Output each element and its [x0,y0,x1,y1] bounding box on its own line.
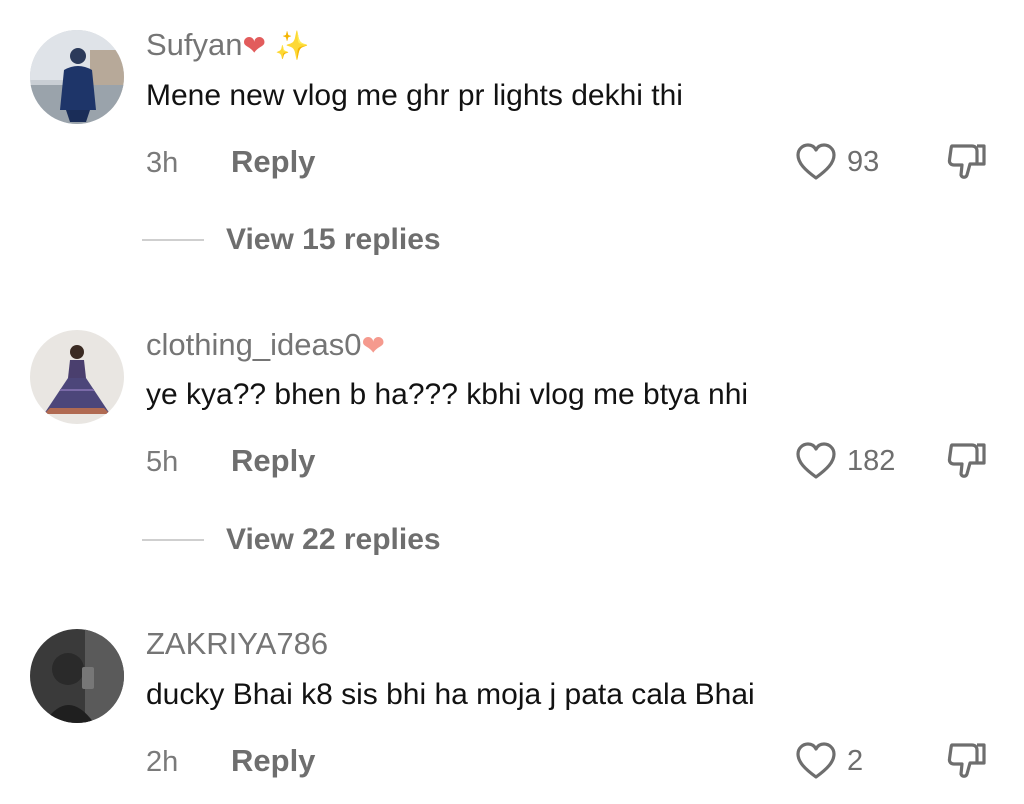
like-count: 2 [847,745,864,777]
reply-button[interactable]: Reply [231,142,315,182]
view-replies-label: View 22 replies [226,523,441,556]
thumbs-down-outline-icon[interactable] [946,141,988,183]
heart-emoji: ❤ [242,29,266,62]
comment-time: 2h [146,746,179,778]
avatar[interactable] [30,30,124,124]
comment-username[interactable]: clothing_ideas0❤ [146,325,385,366]
comment-text: Mene new vlog me ghr pr lights dekhi thi [146,79,683,112]
divider-line [142,239,204,241]
comment-text: ducky Bhai k8 sis bhi ha moja j pata cal… [146,678,755,711]
divider-line [142,539,204,541]
sparkles-emoji: ✨ [274,29,310,62]
like-button[interactable]: 182 [795,441,895,481]
heart-outline-icon [796,442,836,479]
like-count: 182 [847,445,896,477]
like-button[interactable]: 2 [795,741,863,781]
heart-outline-icon [796,143,836,180]
avatar[interactable] [30,330,124,424]
avatar[interactable] [30,629,124,723]
view-replies-button[interactable]: View 22 replies [142,520,441,560]
comment-username[interactable]: ZAKRIYA786 [146,624,328,664]
thumbs-down-outline-icon[interactable] [946,440,988,482]
comment-username[interactable]: Sufyan❤ ✨ [146,25,309,66]
thumbs-down-outline-icon[interactable] [946,740,988,782]
comment-text: ye kya?? bhen b ha??? kbhi vlog me btya … [146,378,749,411]
view-replies-button[interactable]: View 15 replies [142,220,441,260]
heart-outline-icon [796,742,836,779]
view-replies-label: View 15 replies [226,223,441,256]
reply-button[interactable]: Reply [231,741,315,781]
like-count: 93 [847,146,880,178]
reply-button[interactable]: Reply [231,441,315,481]
comment-time: 3h [146,147,179,179]
heart-emoji: ❤ [361,329,385,362]
like-button[interactable]: 93 [795,142,879,182]
comment-time: 5h [146,446,179,478]
